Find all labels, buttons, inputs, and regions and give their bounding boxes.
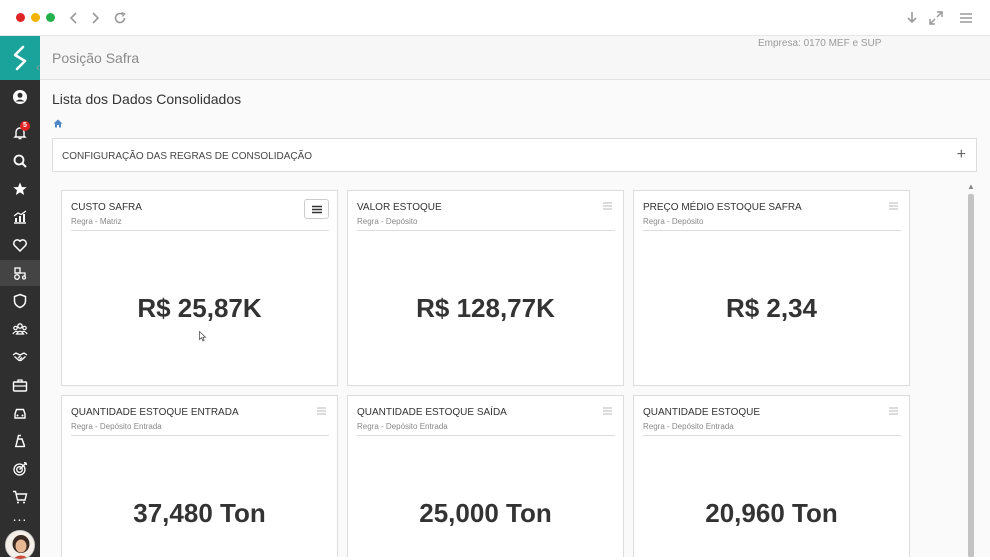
card-title: PREÇO MÉDIO ESTOQUE SAFRA [643,202,802,213]
card-subtitle: Regra - Depósito Entrada [643,422,734,431]
kpi-card: VALOR ESTOQUE Regra - Depósito R$ 128,77… [347,190,624,386]
card-value: R$ 2,34 [725,293,818,323]
app-logo[interactable] [0,36,40,80]
scroll-thumb[interactable] [968,194,974,557]
card-menu-icon[interactable] [601,201,613,211]
card-value: R$ 25,87K [137,293,262,323]
card-divider [71,435,329,436]
close-window-dot[interactable] [16,13,25,22]
menu-icon[interactable] [956,8,976,28]
scrollbar[interactable]: ▲ [966,182,976,557]
heart-icon[interactable] [0,232,40,258]
maximize-window-dot[interactable] [46,13,55,22]
card-title: VALOR ESTOQUE [357,202,442,213]
star-icon[interactable] [0,176,40,202]
scroll-up-arrow-icon[interactable]: ▲ [967,182,975,191]
forward-icon[interactable] [85,8,105,28]
chart-icon[interactable] [0,204,40,230]
consolidation-rules-panel[interactable]: CONFIGURAÇÃO DAS REGRAS DE CONSOLIDAÇÃO … [52,138,977,172]
card-subtitle: Regra - Depósito [643,217,704,226]
company-label: Empresa: 0170 MEF e SUP [758,38,882,49]
card-divider [71,230,329,231]
sidebar: 5 ... [0,36,40,560]
card-menu-icon[interactable] [601,406,613,416]
card-subtitle: Regra - Depósito [357,217,418,226]
card-title: CUSTO SAFRA [71,202,142,213]
card-value: 20,960 Ton [705,498,838,528]
card-title: QUANTIDADE ESTOQUE ENTRADA [71,407,239,418]
card-value: 25,000 Ton [419,498,552,528]
collapse-sidebar-icon[interactable]: ‹ [36,60,40,74]
list-title: Lista dos Dados Consolidados [52,91,242,107]
user-circle-icon[interactable] [0,84,40,110]
search-icon[interactable] [0,148,40,174]
back-icon[interactable] [64,8,84,28]
reload-icon[interactable] [110,8,130,28]
card-menu-button[interactable] [304,199,329,219]
page-header: ‹ Posição Safra Empresa: 0170 MEF e SUP [36,36,990,80]
target-icon[interactable] [0,456,40,482]
notification-badge: 5 [20,121,30,131]
kpi-card: PREÇO MÉDIO ESTOQUE SAFRA Regra - Depósi… [633,190,910,386]
kpi-card: QUANTIDADE ESTOQUE Regra - Depósito Entr… [633,395,910,557]
tractor-icon[interactable] [0,260,40,286]
car-icon[interactable] [0,400,40,426]
download-icon[interactable] [902,8,922,28]
kpi-card: CUSTO SAFRA Regra - Matriz R$ 25,87K [61,190,338,386]
card-value: R$ 128,77K [416,293,555,323]
page-title: Posição Safra [52,50,140,66]
group-icon[interactable] [0,316,40,342]
main-content: ‹ Posição Safra Empresa: 0170 MEF e SUP … [36,36,990,557]
briefcase-icon[interactable] [0,372,40,398]
card-divider [643,230,901,231]
home-icon[interactable] [53,115,63,133]
card-subtitle: Regra - Matriz [71,217,122,226]
handshake-icon[interactable] [0,344,40,370]
card-subtitle: Regra - Depósito Entrada [357,422,448,431]
card-menu-icon[interactable] [315,406,327,416]
shield-icon[interactable] [0,288,40,314]
kpi-card: QUANTIDADE ESTOQUE ENTRADA Regra - Depós… [61,395,338,557]
expand-plus-icon[interactable]: + [957,146,966,164]
consolidation-rules-label: CONFIGURAÇÃO DAS REGRAS DE CONSOLIDAÇÃO [62,151,313,162]
bell-icon[interactable]: 5 [0,120,40,146]
bank-icon[interactable] [0,428,40,454]
card-subtitle: Regra - Depósito Entrada [71,422,162,431]
kpi-card: QUANTIDADE ESTOQUE SAÍDA Regra - Depósit… [347,395,624,557]
card-divider [357,230,615,231]
card-menu-icon[interactable] [887,406,899,416]
card-value: 37,480 Ton [133,498,266,528]
card-title: QUANTIDADE ESTOQUE [643,407,761,418]
mouse-cursor-icon [199,329,207,347]
browser-toolbar [0,0,990,36]
card-divider [357,435,615,436]
minimize-window-dot[interactable] [31,13,40,22]
card-divider [643,435,901,436]
card-title: QUANTIDADE ESTOQUE SAÍDA [357,407,507,418]
more-menu-button[interactable]: ... [0,509,40,528]
avatar[interactable] [5,530,35,560]
cart-icon[interactable] [0,484,40,510]
expand-icon[interactable] [926,8,946,28]
card-menu-icon[interactable] [887,201,899,211]
